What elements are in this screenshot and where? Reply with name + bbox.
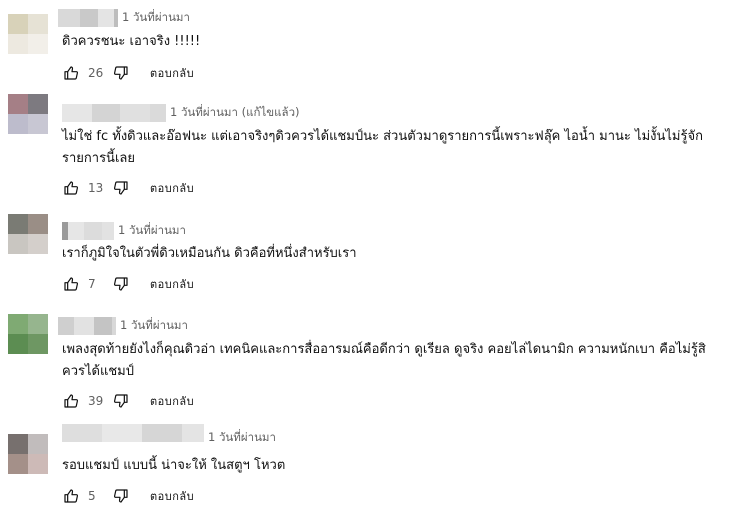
reply-button[interactable]: ตอบกลับ — [150, 179, 194, 197]
like-icon[interactable] — [62, 179, 80, 197]
avatar-pixel — [28, 94, 48, 114]
comment-timestamp[interactable]: 1 วันที่ผ่านมา — [122, 9, 190, 27]
avatar-pixel — [28, 434, 48, 454]
comment-timestamp[interactable]: 1 วันที่ผ่านมา — [120, 317, 188, 335]
author-name-blurred[interactable] — [62, 222, 114, 240]
like-count: 5 — [88, 489, 96, 503]
avatar-pixel — [8, 114, 28, 134]
like-count: 39 — [88, 394, 104, 408]
comment-timestamp[interactable]: 1 วันที่ผ่านมา (แก้ไขแล้ว) — [170, 104, 300, 122]
avatar[interactable] — [8, 14, 48, 54]
comment-timestamp[interactable]: 1 วันที่ผ่านมา — [118, 222, 186, 240]
blur-segment — [112, 317, 116, 335]
comment-text: เราก็ภูมิใจในตัวพี่ดิวเหมือนกัน ดิวคือที… — [62, 246, 357, 261]
comment-text: ไม่ใช่ fc ทั้งดิวและอ๊อฟนะ แต่เอาจริงๆดิ… — [62, 129, 703, 166]
blur-segment — [58, 9, 80, 27]
avatar-pixel — [8, 94, 28, 114]
avatar-pixel — [8, 454, 28, 474]
avatar-pixel — [8, 34, 28, 54]
avatar-pixel — [28, 14, 48, 34]
blur-segment — [142, 424, 182, 442]
blur-segment — [68, 222, 84, 240]
blur-segment — [102, 424, 142, 442]
like-icon[interactable] — [62, 487, 80, 505]
blur-segment — [98, 9, 114, 27]
blur-segment — [80, 9, 98, 27]
blur-segment — [84, 222, 102, 240]
avatar-pixel — [28, 34, 48, 54]
comment-text: เพลงสุดท้ายยังไงก็คุณดิวอ่า เทคนิคและการ… — [62, 342, 706, 379]
blur-segment — [114, 9, 118, 27]
comment-timestamp[interactable]: 1 วันที่ผ่านมา — [208, 429, 276, 447]
avatar-pixel — [8, 314, 28, 334]
avatar-pixel — [28, 314, 48, 334]
avatar-pixel — [8, 334, 28, 354]
avatar-pixel — [28, 234, 48, 254]
dislike-icon[interactable] — [112, 275, 130, 293]
author-name-blurred[interactable] — [62, 104, 166, 122]
reply-button[interactable]: ตอบกลับ — [150, 392, 194, 410]
comment-text: รอบแชมป์ แบบนี้ น่าจะให้ ในสตูฯ โหวต — [62, 458, 286, 473]
avatar-pixel — [8, 14, 28, 34]
blur-segment — [74, 317, 94, 335]
like-icon[interactable] — [62, 392, 80, 410]
like-count: 26 — [88, 66, 104, 80]
blur-segment — [102, 222, 114, 240]
reply-button[interactable]: ตอบกลับ — [150, 64, 194, 82]
dislike-icon[interactable] — [112, 392, 130, 410]
avatar[interactable] — [8, 94, 48, 134]
avatar-pixel — [8, 234, 28, 254]
like-count: 13 — [88, 181, 104, 195]
reply-button[interactable]: ตอบกลับ — [150, 275, 194, 293]
like-icon[interactable] — [62, 64, 80, 82]
like-icon[interactable] — [62, 275, 80, 293]
dislike-icon[interactable] — [112, 64, 130, 82]
blur-segment — [150, 104, 166, 122]
blur-segment — [92, 104, 120, 122]
author-name-blurred[interactable] — [58, 317, 116, 335]
blur-segment — [94, 317, 112, 335]
blur-segment — [62, 104, 92, 122]
blur-segment — [120, 104, 150, 122]
blur-segment — [62, 424, 102, 442]
avatar-pixel — [28, 214, 48, 234]
avatar-pixel — [28, 114, 48, 134]
avatar-pixel — [28, 454, 48, 474]
avatar-pixel — [28, 334, 48, 354]
blur-segment — [58, 317, 74, 335]
author-name-blurred[interactable] — [58, 9, 118, 27]
avatar-pixel — [8, 434, 28, 454]
reply-button[interactable]: ตอบกลับ — [150, 487, 194, 505]
like-count: 7 — [88, 277, 96, 291]
avatar[interactable] — [8, 214, 48, 254]
author-name-blurred[interactable] — [62, 424, 204, 442]
blur-segment — [182, 424, 204, 442]
avatar[interactable] — [8, 314, 48, 354]
avatar-pixel — [8, 214, 28, 234]
dislike-icon[interactable] — [112, 179, 130, 197]
dislike-icon[interactable] — [112, 487, 130, 505]
comment-text: ดิวควรชนะ เอาจริง !!!!! — [62, 34, 201, 49]
avatar[interactable] — [8, 434, 48, 474]
